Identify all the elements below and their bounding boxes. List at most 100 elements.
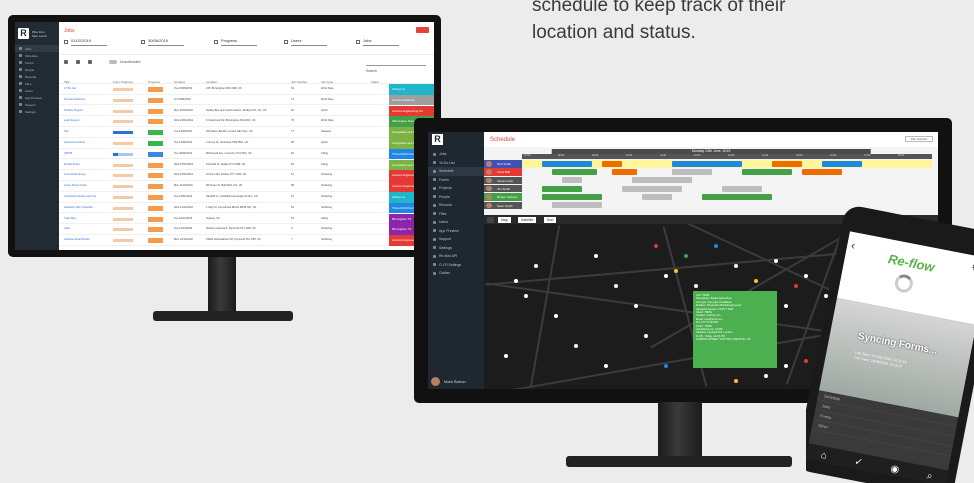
table-row[interactable]: Greenwood Street Tue 13/06/2019 4 Grove St… xyxy=(59,138,434,149)
satellite-button[interactable]: Satellite xyxy=(518,216,537,223)
sidebar-item-forms[interactable]: Forms xyxy=(428,176,484,185)
table-row[interactable]: Anne Road Survey Wed 27/02/2019 10 Anne Rd… xyxy=(59,170,434,181)
sidebar-item-settings[interactable]: Settings xyxy=(428,244,484,253)
job-title[interactable]: A114 xyxy=(64,227,70,230)
table-row[interactable]: Ashdown Road Bristol Mon 12/11/2018 15900 … xyxy=(59,235,434,246)
map-pin-icon[interactable] xyxy=(514,279,518,283)
schedule-job-block[interactable] xyxy=(612,169,637,176)
schedule-job-block[interactable] xyxy=(542,160,592,167)
map-pin-icon[interactable] xyxy=(634,304,638,308)
filter-selection-button[interactable]: Filter Selection xyxy=(905,136,933,142)
map-pin-icon[interactable] xyxy=(604,364,608,368)
refresh-icon[interactable] xyxy=(64,60,68,64)
table-row[interactable]: Green Street Outlet Mon 11/03/2019 98 Gree… xyxy=(59,181,434,192)
columns-icon[interactable] xyxy=(76,60,80,64)
map-pin-icon[interactable] xyxy=(694,284,698,288)
search-icon[interactable]: ⌕ xyxy=(926,471,934,483)
filter-2[interactable]: Progress xyxy=(214,36,278,52)
map-pin-icon[interactable] xyxy=(784,364,788,368)
sidebar-item-records[interactable]: Records xyxy=(15,73,59,80)
sidebar-logo[interactable]: R Pipe Inno Sam Lamb xyxy=(15,26,59,45)
table-row[interactable]: Ster Tue 16/05/2019 200 Saint Hall Rd, Lon… xyxy=(59,127,434,138)
map-pin-icon[interactable] xyxy=(714,244,718,248)
schedule-job-block[interactable] xyxy=(552,202,602,209)
table-row[interactable]: St Mary Support Mon 25/03/2019 Dudley Bus … xyxy=(59,105,434,117)
map-pin-icon[interactable] xyxy=(644,334,648,338)
client-tag[interactable]: Amazon Engineering Ltd xyxy=(389,105,434,117)
map-pin-icon[interactable] xyxy=(504,354,508,358)
sidebar-item-app-preview[interactable]: App Preview xyxy=(15,94,59,101)
table-row[interactable]: 1 TAS Job Tue 18/05/2019 345, Birmingham B… xyxy=(59,84,434,95)
filter-4[interactable]: Jobs xyxy=(356,36,420,52)
unscheduled-toggle[interactable] xyxy=(109,60,117,64)
map-pin-icon[interactable] xyxy=(524,294,528,298)
sidebar-item-schedule[interactable]: Schedule xyxy=(428,167,484,176)
map-pin-icon[interactable] xyxy=(664,274,668,278)
map-pin-icon[interactable] xyxy=(594,254,598,258)
sidebar-item-records[interactable]: Records xyxy=(428,201,484,210)
table-row[interactable]: Cash Way Tue 18/12/2018 Telepay, UK 15 Lifti… xyxy=(59,213,434,225)
new-job-button[interactable] xyxy=(416,27,429,33)
job-title[interactable]: 1 TAS Job xyxy=(64,87,76,90)
sidebar-item-support[interactable]: Support xyxy=(428,235,484,244)
sidebar-item-to-do-list[interactable]: To Do List xyxy=(428,159,484,168)
filter-1[interactable]: 30/06/2019 xyxy=(141,36,205,52)
camera-icon[interactable]: ◉ xyxy=(889,463,900,475)
sidebar-item-forms[interactable]: Forms xyxy=(15,59,59,66)
schedule-job-block[interactable] xyxy=(542,193,602,200)
job-title[interactable]: Leak Support xyxy=(64,119,79,122)
client-tag[interactable]: Acting Ltd xyxy=(389,84,434,95)
sidebar-item-projects[interactable]: Projects xyxy=(428,184,484,193)
map-pin-icon[interactable] xyxy=(684,254,688,258)
sidebar-item-jobs[interactable]: Jobs xyxy=(15,45,59,52)
table-row[interactable]: Furness Redstone Fri 04/05/2019 74 Work Pas… xyxy=(59,94,434,106)
schedule-job-block[interactable] xyxy=(562,177,582,184)
user-profile[interactable]: Mark Barton xyxy=(431,377,466,386)
table-row[interactable]: A114 Tue 16/12/2018 Western Approach, Plym… xyxy=(59,224,434,235)
sidebar-item-re-flow-api[interactable]: Re-flow API xyxy=(428,252,484,261)
schedule-job-block[interactable] xyxy=(542,185,582,192)
table-row[interactable]: Hawthorn Way Transition Wed 14/11/2018 1 H… xyxy=(59,202,434,214)
schedule-job-block[interactable] xyxy=(822,160,862,167)
schedule-job-block[interactable] xyxy=(632,177,692,184)
map-pin-icon[interactable] xyxy=(774,259,778,263)
map-pin-icon[interactable] xyxy=(764,374,768,378)
fullscreen-icon[interactable] xyxy=(487,216,494,223)
sidebar-item-people[interactable]: People xyxy=(15,66,59,73)
map-pin-icon[interactable] xyxy=(674,269,678,273)
map-pin-icon[interactable] xyxy=(534,264,538,268)
schedule-job-block[interactable] xyxy=(802,169,842,176)
table-row[interactable]: GBT05 Tue 28/05/2019 Birchwood Ave, Covent… xyxy=(59,148,434,160)
job-title[interactable]: Green Street Outlet xyxy=(64,184,87,187)
schedule-job-block[interactable] xyxy=(672,169,712,176)
schedule-job-block[interactable] xyxy=(772,160,802,167)
sidebar-item-app-preview[interactable]: App Preview xyxy=(428,227,484,236)
schedule-job-block[interactable] xyxy=(672,160,742,167)
filter-3[interactable]: Users xyxy=(284,36,348,52)
home-icon[interactable]: ⌂ xyxy=(820,450,828,462)
map-pin-icon[interactable] xyxy=(554,314,558,318)
sidebar-item-support[interactable]: Support xyxy=(15,101,59,108)
sidebar-item-o-i-fl-settings[interactable]: O.I.Fl Settings xyxy=(428,261,484,270)
schedule-job-block[interactable] xyxy=(722,185,762,192)
table-row[interactable]: Chelmford Hamlet Lane Top Tue 15/01/2019 S… xyxy=(59,192,434,203)
schedule-job-block[interactable] xyxy=(742,169,792,176)
map-pin-icon[interactable] xyxy=(734,264,738,268)
sidebar-item-files[interactable]: Files xyxy=(428,210,484,219)
job-title[interactable]: GBT05 xyxy=(64,152,72,155)
map-pin-icon[interactable] xyxy=(654,244,658,248)
sidebar-item-users[interactable]: Users xyxy=(15,87,59,94)
schedule-job-block[interactable] xyxy=(642,193,672,200)
reflow-logo-icon[interactable]: R xyxy=(432,134,443,145)
sidebar-item-settings[interactable]: Settings xyxy=(15,108,59,115)
map-pin-icon[interactable] xyxy=(784,304,788,308)
filter-0[interactable]: 01/02/2019 xyxy=(64,36,128,52)
job-title[interactable]: Fredeli Street xyxy=(64,163,80,166)
gear-icon[interactable]: ⚙ xyxy=(970,260,974,275)
job-title[interactable]: Ster xyxy=(64,130,69,133)
search-input[interactable]: Search xyxy=(366,59,426,73)
job-title[interactable]: Anne Road Survey xyxy=(64,173,86,176)
job-title[interactable]: Furness Redstone xyxy=(64,98,85,101)
job-title[interactable]: Ashdown Road Bristol xyxy=(64,238,90,241)
sidebar-item-people[interactable]: People xyxy=(428,193,484,202)
